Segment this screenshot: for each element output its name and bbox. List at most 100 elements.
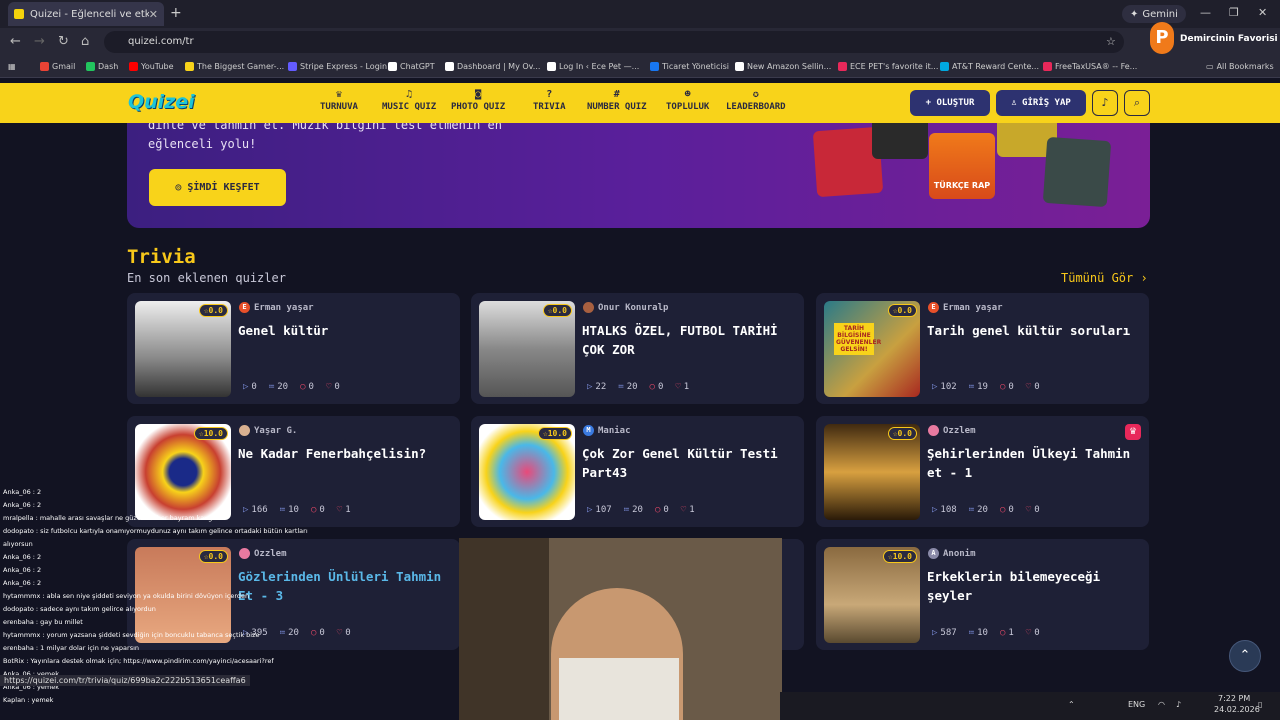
- quiz-title[interactable]: Ne Kadar Fenerbahçelisin?: [238, 444, 454, 463]
- profile-avatar[interactable]: P: [1150, 22, 1174, 54]
- bookmark-item[interactable]: The Biggest Gamer-...: [185, 62, 284, 71]
- nav-item-topluluk[interactable]: ☻ TOPLULUK: [666, 89, 709, 112]
- bookmarks-bar: ▦ ▭ All Bookmarks Gmail Dash YouTube The Bi…: [0, 56, 1280, 78]
- album-cover-turkce-rap[interactable]: TÜRKÇE RAP: [929, 133, 995, 199]
- tab-active[interactable]: Quizei - Eğlenceli ve etkileşimli ✕: [8, 2, 164, 26]
- bookmark-item[interactable]: Stripe Express - Login: [288, 62, 387, 71]
- nav-label: TOPLULUK: [666, 102, 710, 112]
- album-cover-photo[interactable]: [1042, 136, 1112, 208]
- volume-icon[interactable]: ♪: [1176, 700, 1181, 709]
- notification-icon[interactable]: ▯: [1258, 700, 1262, 709]
- reload-icon[interactable]: ↻: [58, 34, 69, 49]
- author[interactable]: E Erman yaşar: [239, 302, 314, 313]
- quiz-card[interactable]: ☆0.0 E Erman yaşar Genel kültür ▷ 0 ≔ 20 ○ 0 ♡…: [127, 293, 460, 404]
- login-button[interactable]: ♙ GİRİŞ YAP: [996, 90, 1086, 116]
- bookmark-item[interactable]: ECE PET's favorite it...: [838, 62, 938, 71]
- nav-item-photo-quiz[interactable]: ◙ PHOTO QUIZ: [451, 89, 505, 112]
- wifi-icon[interactable]: ◠: [1158, 700, 1165, 709]
- quiz-card[interactable]: TARİH BİLGİSİNE GÜVENENLER GELSİN! ☆0.0 E E…: [816, 293, 1149, 404]
- chat-message: alıyorsun: [3, 540, 33, 548]
- quiz-card[interactable]: ☆10.0 M Maniac Çok Zor Genel Kültür Testi P…: [471, 416, 804, 527]
- bookmark-item[interactable]: New Amazon Sellin...: [735, 62, 831, 71]
- bookmark-label: ECE PET's favorite it...: [850, 62, 939, 71]
- new-tab-icon[interactable]: +: [170, 5, 182, 21]
- hash-icon: #: [613, 89, 620, 100]
- notifications-bell-icon[interactable]: ♪: [1092, 90, 1118, 116]
- scroll-to-top-button[interactable]: ⌃: [1229, 640, 1261, 672]
- chat-message: hytammmx : abla sen niye şiddeti seviyon…: [3, 592, 250, 600]
- quiz-thumbnail[interactable]: ☆0.0: [479, 301, 575, 397]
- quiz-title[interactable]: Tarih genel kültür soruları: [927, 321, 1143, 340]
- trophy-icon: ♛: [335, 89, 342, 100]
- url-input[interactable]: quizei.com/tr: [104, 31, 1124, 53]
- back-icon[interactable]: ←: [10, 34, 21, 49]
- see-all-link[interactable]: Tümünü Gör ›: [1061, 271, 1148, 285]
- quiz-title[interactable]: Genel kültür: [238, 321, 454, 340]
- bookmark-item[interactable]: Log In ‹ Ece Pet —...: [547, 62, 639, 71]
- author[interactable]: Onur Konuralp: [583, 302, 668, 313]
- author[interactable]: E Erman yaşar: [928, 302, 1003, 313]
- likes-value: 0: [334, 382, 340, 392]
- rating-badge: ☆10.0: [537, 427, 572, 440]
- nav-item-turnuva[interactable]: ♛ TURNUVA: [320, 89, 358, 112]
- bookmark-item[interactable]: ChatGPT: [388, 62, 435, 71]
- bookmark-item[interactable]: Ticaret Yöneticisi: [650, 62, 729, 71]
- home-icon[interactable]: ⌂: [81, 34, 89, 49]
- quizei-favicon-icon: [14, 9, 24, 19]
- nav-label: TRIVIA: [533, 102, 566, 112]
- quiz-title[interactable]: Erkeklerin bilemeyeceği şeyler: [927, 567, 1143, 605]
- language-indicator[interactable]: ENG: [1128, 700, 1145, 709]
- nav-item-number-quiz[interactable]: # NUMBER QUIZ: [587, 89, 647, 112]
- quiz-thumbnail[interactable]: ☆10.0: [824, 547, 920, 643]
- site-logo[interactable]: Quizei: [128, 91, 195, 113]
- quiz-thumbnail[interactable]: ☆10.0: [479, 424, 575, 520]
- plays-count: ▷ 587: [932, 628, 957, 638]
- search-icon[interactable]: ⌕: [1124, 90, 1150, 116]
- author-name: Ozzlem: [943, 425, 976, 436]
- list-icon: ≔: [618, 382, 624, 392]
- bookmark-item[interactable]: YouTube: [129, 62, 174, 71]
- nav-item-music-quiz[interactable]: ♫ MUSIC QUIZ: [382, 89, 436, 112]
- close-window-icon[interactable]: ✕: [1258, 6, 1267, 19]
- quiz-card[interactable]: ☆0.0 Ozzlem Şehirlerinden Ülkeyi Tahmin et…: [816, 416, 1149, 527]
- author[interactable]: Ozzlem: [928, 425, 976, 436]
- plays-count: ▷ 102: [932, 382, 957, 392]
- nav-item-leaderboard[interactable]: ✪ LEADERBOARD: [726, 89, 786, 112]
- quiz-thumbnail[interactable]: ☆0.0: [135, 301, 231, 397]
- author[interactable]: M Maniac: [583, 425, 631, 436]
- bookmark-item[interactable]: Dash: [86, 62, 118, 71]
- author[interactable]: A Anonim: [928, 548, 976, 559]
- plays-value: 102: [940, 382, 957, 392]
- tray-chevron-icon[interactable]: ⌃: [1068, 700, 1075, 709]
- quiz-card[interactable]: ☆10.0 A Anonim Erkeklerin bilemeyeceği şeyl…: [816, 539, 1149, 650]
- questions-value: 10: [977, 628, 988, 638]
- apps-grid-icon[interactable]: ▦: [8, 62, 16, 71]
- quiz-thumbnail[interactable]: ☆0.0: [824, 424, 920, 520]
- quiz-title[interactable]: Çok Zor Genel Kültür Testi Part43: [582, 444, 798, 482]
- bookmark-item[interactable]: Gmail: [40, 62, 75, 71]
- author[interactable]: Yaşar G.: [239, 425, 297, 436]
- login-label: GİRİŞ YAP: [1022, 98, 1071, 108]
- author-name: Onur Konuralp: [598, 302, 669, 313]
- all-bookmarks[interactable]: ▭ All Bookmarks: [1206, 62, 1274, 71]
- bookmark-item[interactable]: Dashboard | My Ov...: [445, 62, 540, 71]
- album-cover-dark[interactable]: [872, 123, 928, 159]
- minimize-icon[interactable]: —: [1200, 6, 1211, 19]
- maximize-icon[interactable]: ❐: [1229, 6, 1239, 19]
- bookmark-favicon-icon: [445, 62, 454, 71]
- chat-message: Anka_06 : 2: [3, 501, 42, 509]
- create-button[interactable]: + OLUŞTUR: [910, 90, 990, 116]
- likes-value: 0: [1034, 382, 1040, 392]
- bookmark-star-icon[interactable]: ☆: [1106, 35, 1116, 48]
- bookmark-item[interactable]: FreeTaxUSA® -- Fe...: [1043, 62, 1137, 71]
- quiz-title[interactable]: HTALKS ÖZEL, FUTBOL TARİHİ ÇOK ZOR: [582, 321, 798, 359]
- close-tab-icon[interactable]: ✕: [149, 8, 158, 21]
- quiz-thumbnail[interactable]: TARİH BİLGİSİNE GÜVENENLER GELSİN! ☆0.0: [824, 301, 920, 397]
- bookmark-item[interactable]: AT&T Reward Cente...: [940, 62, 1039, 71]
- nav-item-trivia[interactable]: ? TRIVIA: [533, 89, 566, 112]
- gemini-button[interactable]: ✦ Gemini: [1122, 5, 1186, 23]
- explore-button[interactable]: ◎ ŞİMDİ KEŞFET: [149, 169, 286, 206]
- quiz-card[interactable]: ☆0.0 Onur Konuralp HTALKS ÖZEL, FUTBOL TAR…: [471, 293, 804, 404]
- forward-icon[interactable]: →: [34, 34, 45, 49]
- quiz-title[interactable]: Şehirlerinden Ülkeyi Tahmin et - 1: [927, 444, 1143, 482]
